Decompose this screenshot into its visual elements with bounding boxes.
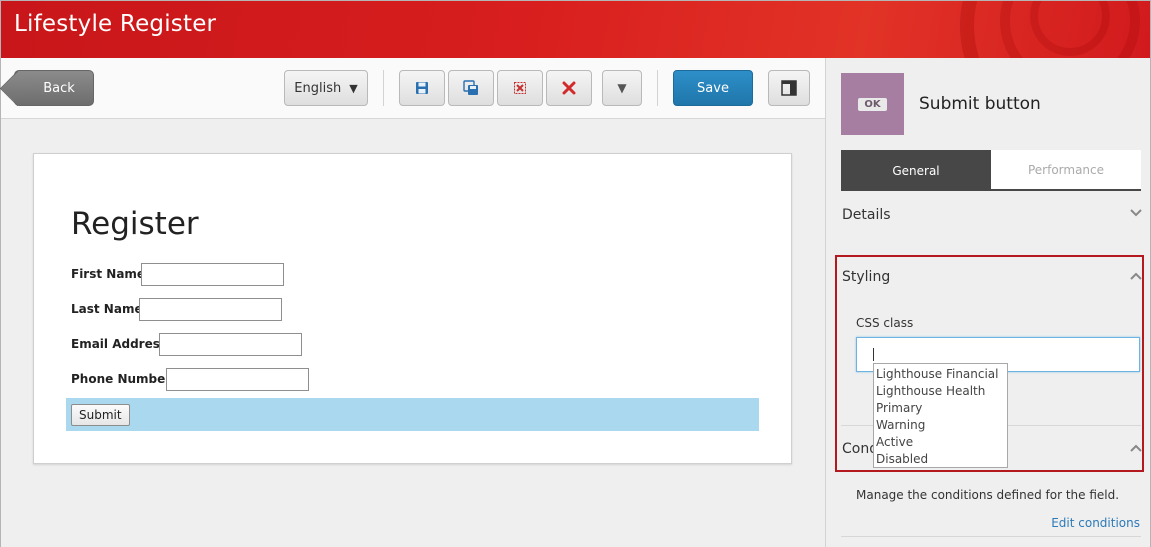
close-icon — [562, 81, 576, 95]
submit-button[interactable]: Submit — [71, 404, 130, 426]
toolbar-separator — [383, 70, 384, 106]
section-divider — [841, 536, 1141, 537]
remove-field-button[interactable] — [497, 70, 543, 106]
field-label: Email Address — [71, 337, 168, 351]
form-title: Register — [71, 206, 199, 242]
caret-down-icon: ▼ — [349, 81, 358, 95]
back-button[interactable]: Back — [14, 70, 94, 106]
more-options-button[interactable]: ▼ — [602, 70, 642, 106]
save-copy-icon — [463, 80, 478, 95]
dropdown-option[interactable]: Lighthouse Health — [876, 383, 1005, 400]
first-name-input[interactable] — [141, 263, 284, 286]
tab-general[interactable]: General — [841, 150, 991, 191]
text-cursor — [873, 348, 874, 361]
submit-row-selected[interactable]: Submit — [66, 398, 759, 431]
dropdown-option[interactable]: Disabled — [876, 451, 1005, 468]
app-header: Lifestyle Register — [1, 1, 1150, 58]
panel-layout-icon — [781, 80, 797, 96]
form-canvas: Register First Name Last Name Email Addr… — [1, 119, 825, 547]
save-as-icon-button[interactable] — [448, 70, 494, 106]
app-title: Lifestyle Register — [14, 11, 217, 37]
remove-field-icon — [514, 82, 526, 94]
css-class-label: CSS class — [856, 316, 914, 330]
back-button-label: Back — [43, 80, 75, 96]
delete-button[interactable] — [546, 70, 592, 106]
chevron-up-icon[interactable] — [1130, 441, 1142, 455]
form-preview: Register First Name Last Name Email Addr… — [33, 153, 792, 464]
section-details[interactable]: Details — [842, 207, 891, 223]
toolbar: Back English ▼ ▼ Save — [1, 58, 825, 119]
field-label: Last Name — [71, 302, 143, 316]
panel-tabs: General Performance — [841, 150, 1141, 191]
dropdown-option[interactable]: Active — [876, 434, 1005, 451]
chevron-up-icon[interactable] — [1130, 269, 1142, 283]
dropdown-option[interactable]: Primary — [876, 400, 1005, 417]
field-label: Phone Number — [71, 372, 172, 386]
dropdown-option[interactable]: Warning — [876, 417, 1005, 434]
conditions-description: Manage the conditions defined for the fi… — [856, 488, 1120, 502]
tab-performance[interactable]: Performance — [991, 150, 1141, 191]
section-styling[interactable]: Styling — [842, 269, 890, 285]
caret-down-icon: ▼ — [617, 81, 627, 95]
last-name-input[interactable] — [139, 298, 282, 321]
chevron-down-icon[interactable] — [1130, 206, 1142, 220]
dropdown-option[interactable]: Lighthouse Financial — [876, 366, 1005, 383]
floppy-disk-icon — [416, 82, 428, 94]
language-value: English — [294, 80, 342, 96]
toggle-panel-button[interactable] — [768, 70, 810, 106]
ok-badge: OK — [858, 97, 887, 111]
item-title: Submit button — [919, 94, 1041, 114]
save-button[interactable]: Save — [673, 70, 753, 106]
language-select[interactable]: English ▼ — [284, 70, 368, 106]
phone-number-input[interactable] — [166, 368, 309, 391]
save-icon-button[interactable] — [399, 70, 445, 106]
properties-panel: OK Submit button General Performance Det… — [825, 58, 1150, 547]
email-address-input[interactable] — [159, 333, 302, 356]
edit-conditions-link[interactable]: Edit conditions — [1051, 516, 1140, 530]
toolbar-separator — [657, 70, 658, 106]
item-thumbnail: OK — [841, 73, 904, 135]
css-class-dropdown: Lighthouse Financial Lighthouse Health P… — [873, 363, 1008, 468]
field-label: First Name — [71, 267, 146, 281]
